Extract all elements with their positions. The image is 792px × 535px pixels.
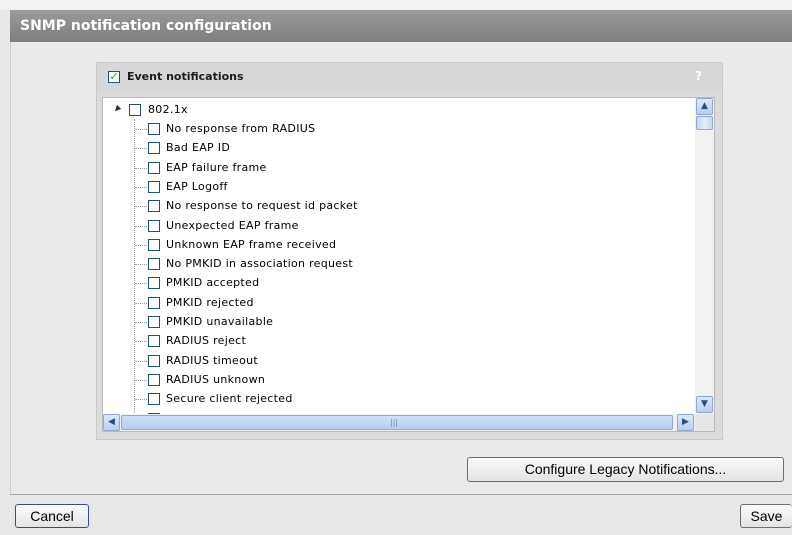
tree-item: PMKID rejected xyxy=(103,294,693,313)
tree-item: EAP Logoff xyxy=(103,178,693,197)
tree-item-label: Secure client rejected xyxy=(166,392,293,406)
scroll-down-button[interactable]: ▼ xyxy=(696,396,713,413)
tree-item-checkbox[interactable] xyxy=(148,335,160,348)
tree-root-checkbox[interactable] xyxy=(129,104,141,116)
tree-item: RADIUS unknown xyxy=(103,371,693,390)
tree-item-checkbox[interactable] xyxy=(148,393,160,406)
tree-connector xyxy=(135,341,147,343)
tree-item: RADIUS timeout xyxy=(103,352,693,371)
panel-header: ✓ Event notifications ? xyxy=(97,63,722,91)
tree-item-checkbox[interactable] xyxy=(148,219,160,232)
notification-tree: 802.1x No response from RADIUS Bad EAP ID… xyxy=(102,97,715,432)
tree-connector xyxy=(135,129,147,130)
help-icon[interactable]: ? xyxy=(695,69,702,83)
content-area: ✓ Event notifications ? 802.1x No respon… xyxy=(10,42,792,494)
collapse-triangle-icon[interactable] xyxy=(112,104,122,114)
tree-connector xyxy=(135,399,147,401)
tree-item-label: Unexpected EAP frame xyxy=(166,218,299,232)
tree-item-label: PMKID rejected xyxy=(166,295,254,309)
event-notifications-checkbox[interactable]: ✓ xyxy=(108,71,120,83)
tree-item-label: No response to request id packet xyxy=(166,199,358,213)
tree-connector xyxy=(135,225,147,227)
tree-item-label: No response from RADIUS xyxy=(166,122,316,135)
tree-item: Bad EAP ID xyxy=(103,139,693,158)
tree-connector xyxy=(135,283,147,285)
scroll-up-button[interactable]: ▲ xyxy=(696,98,713,115)
tree-item-checkbox[interactable] xyxy=(148,123,160,135)
tree-item-checkbox[interactable] xyxy=(148,277,160,290)
scroll-grip-icon: ||| xyxy=(390,418,399,427)
tree-connector xyxy=(135,148,147,150)
tree-connector xyxy=(135,302,147,304)
configure-legacy-notifications-button[interactable]: Configure Legacy Notifications... xyxy=(467,457,784,482)
tree-item-checkbox[interactable] xyxy=(148,296,160,309)
tree-item-label: RADIUS unknown xyxy=(166,372,266,386)
tree-connector xyxy=(135,167,147,169)
scroll-left-button[interactable]: ◀ xyxy=(103,414,120,431)
tree-item: No response from RADIUS xyxy=(103,120,693,139)
tree-connector xyxy=(135,186,147,188)
tree-item-label: Bad EAP ID xyxy=(166,141,231,155)
tree-item-checkbox[interactable] xyxy=(148,354,160,367)
tree-item-checkbox[interactable] xyxy=(148,161,160,174)
page-title: SNMP notification configuration xyxy=(10,10,792,42)
vertical-scrollbar[interactable]: ▲ ▼ xyxy=(695,98,714,414)
tree-item-label: EAP failure frame xyxy=(166,160,267,174)
tree-item-checkbox[interactable] xyxy=(148,258,160,271)
tree-connector xyxy=(135,264,147,266)
scrollbar-corner xyxy=(695,414,714,431)
tree-item-label: RADIUS timeout xyxy=(166,353,259,367)
tree-item-checkbox[interactable] xyxy=(148,238,160,251)
tree-connector xyxy=(135,206,147,208)
vertical-scroll-thumb[interactable] xyxy=(696,116,713,130)
tree-item: EAP failure frame xyxy=(103,159,693,178)
tree-item-checkbox[interactable] xyxy=(148,316,160,328)
tree-item: No response to request id packet xyxy=(103,197,693,216)
tree-root-label: 802.1x xyxy=(148,103,188,116)
cancel-button[interactable]: Cancel xyxy=(15,504,89,528)
footer-bar xyxy=(10,494,792,535)
tree-connector xyxy=(135,322,147,323)
tree-item-label: EAP Logoff xyxy=(166,179,228,193)
tree-item-label: No PMKID in association request xyxy=(166,257,353,271)
tree-item: No PMKID in association request xyxy=(103,255,693,274)
horizontal-scrollbar[interactable]: ◀ ||| ▶ xyxy=(103,414,695,431)
tree-item-label: Unknown EAP frame received xyxy=(166,237,337,251)
tree-item: PMKID accepted xyxy=(103,274,693,293)
tree-item-checkbox[interactable] xyxy=(148,142,160,155)
tree-item-checkbox[interactable] xyxy=(148,200,160,213)
horizontal-scroll-thumb[interactable]: ||| xyxy=(121,415,673,430)
top-strip xyxy=(0,0,792,10)
tree-connector xyxy=(135,379,147,381)
tree-item: RADIUS reject xyxy=(103,332,693,351)
event-notifications-label: Event notifications xyxy=(127,70,244,83)
tree-item-label: PMKID unavailable xyxy=(166,315,274,328)
tree-item: PMKID unavailable xyxy=(103,313,693,332)
tree-root-row: 802.1x xyxy=(103,101,693,120)
tree-item-label: PMKID accepted xyxy=(166,276,260,290)
save-button[interactable]: Save xyxy=(740,504,792,528)
tree-connector xyxy=(135,360,147,362)
tree-item: Unknown EAP frame received xyxy=(103,236,693,255)
tree-item-label: RADIUS reject xyxy=(166,334,247,348)
tree-item-checkbox[interactable] xyxy=(148,373,160,386)
scroll-right-button[interactable]: ▶ xyxy=(677,414,694,431)
tree-connector xyxy=(135,244,147,246)
tree-item: Secure client rejected xyxy=(103,390,693,409)
tree-item: Unexpected EAP frame xyxy=(103,217,693,236)
event-notifications-panel: ✓ Event notifications ? 802.1x No respon… xyxy=(96,62,723,440)
tree-item-checkbox[interactable] xyxy=(148,180,160,193)
tree-viewport: 802.1x No response from RADIUS Bad EAP ID… xyxy=(103,98,695,414)
